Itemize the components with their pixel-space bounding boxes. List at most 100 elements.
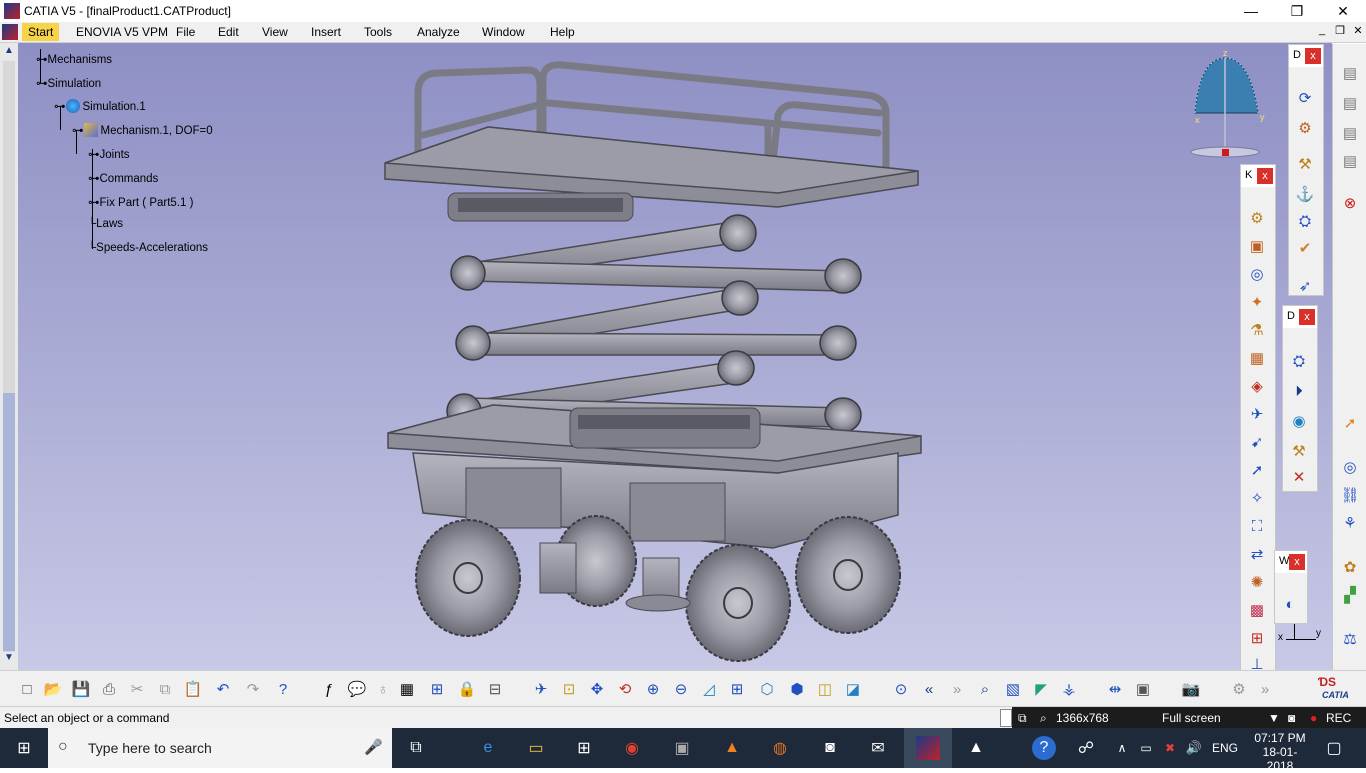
notifications-icon[interactable]: ▢ (1322, 736, 1346, 760)
tree-node-label[interactable]: Joints (100, 149, 130, 161)
wrench-icon[interactable]: ✕ (1288, 466, 1310, 488)
normal-view-icon[interactable]: ◿ (698, 678, 720, 700)
lock-icon[interactable]: 🔒 (456, 678, 478, 700)
tree-expander-icon[interactable]: ⊶ (72, 125, 84, 137)
record-dot-icon[interactable]: ● (1310, 711, 1317, 725)
tree-icon[interactable]: ⚘ (1339, 512, 1361, 534)
system-clock[interactable]: 07:17 PM 18-01-2018 (1252, 731, 1308, 773)
close-window-button[interactable]: ✕ (1320, 0, 1366, 22)
material-icon[interactable]: ▞ (1339, 584, 1361, 606)
doc-icon[interactable]: ▤ (1339, 150, 1361, 172)
firefox-icon[interactable]: ◍ (768, 736, 792, 760)
scroll-up-arrow-icon[interactable]: ▲ (0, 45, 18, 61)
camera-app-icon[interactable]: ◙ (818, 736, 842, 760)
tray-expand-icon[interactable]: ∧ (1110, 736, 1134, 760)
multi-view-icon[interactable]: ⊞ (726, 678, 748, 700)
rotate-view-icon[interactable]: ⟲ (614, 678, 636, 700)
microphone-icon[interactable]: 🎤 (364, 738, 383, 756)
fly-mode-icon[interactable]: ✈ (530, 678, 552, 700)
save-icon[interactable]: 💾 (70, 678, 92, 700)
workbench-icon[interactable]: ◐ (1279, 593, 1301, 615)
revolute-joint-icon[interactable]: ⚙ (1246, 207, 1268, 229)
rack-joint-icon[interactable]: ▩ (1246, 599, 1268, 621)
tree-scrollbar[interactable]: ▲ ▼ (0, 43, 18, 670)
restore-button[interactable]: ❐ (1274, 0, 1320, 22)
tree-node-label[interactable]: Speeds-Accelerations (96, 242, 208, 254)
redo-icon[interactable]: ↷ (242, 678, 264, 700)
formula-icon[interactable]: ƒ (318, 678, 340, 700)
command-input[interactable] (1000, 709, 1012, 727)
tree-node-mechanisms[interactable]: ⊶Mechanisms (36, 52, 112, 66)
tree-node-commands[interactable]: ⊶Commands (88, 171, 158, 185)
rotate-icon[interactable]: ⟳ (1294, 87, 1316, 109)
undo-icon[interactable]: ↶ (212, 678, 234, 700)
menu-tools[interactable]: Tools (364, 25, 392, 39)
iso-view-icon[interactable]: ⬡ (756, 678, 778, 700)
gear-joint-icon[interactable]: ✺ (1246, 571, 1268, 593)
scroll-down-arrow-icon[interactable]: ▼ (0, 652, 18, 668)
tree-expander-icon[interactable]: ⊶ (54, 101, 66, 113)
panel-close-button[interactable]: x (1305, 48, 1321, 64)
forward-icon[interactable]: » (946, 678, 968, 700)
mdi-minimize-button[interactable]: _ (1314, 24, 1330, 40)
panel-close-button[interactable]: x (1299, 309, 1315, 325)
tree-node-label[interactable]: Commands (100, 173, 159, 185)
roll-curve-icon[interactable]: ➚ (1246, 459, 1268, 481)
tree-expander-icon[interactable]: ⊶ (88, 197, 100, 209)
panel-close-button[interactable]: x (1257, 168, 1273, 184)
scissor-lift-model[interactable] (18, 43, 1332, 670)
tree-node-label[interactable]: Mechanisms (48, 54, 113, 66)
tree-node-label[interactable]: Laws (96, 218, 123, 230)
copy-icon[interactable]: ⧉ (154, 678, 176, 700)
menu-insert[interactable]: Insert (311, 25, 341, 39)
gear-icon[interactable]: ⚙ (1294, 117, 1316, 139)
comment-icon[interactable]: 💬 (346, 678, 368, 700)
select-arrow-icon[interactable]: ➚ (1339, 412, 1361, 434)
target-icon[interactable]: ⊙ (890, 678, 912, 700)
point-surface-icon[interactable]: ✧ (1246, 487, 1268, 509)
planar-joint-icon[interactable]: ▦ (1246, 347, 1268, 369)
doc-icon[interactable]: ▤ (1339, 122, 1361, 144)
cancel-icon[interactable]: ⊗ (1339, 192, 1361, 214)
network-icon[interactable]: ✖ (1158, 736, 1182, 760)
tree-node-speeds-accelerations[interactable]: └Speeds-Accelerations (88, 242, 208, 254)
simulate-icon[interactable]: ⛭ (1288, 350, 1310, 372)
doc-icon[interactable]: ▤ (1339, 62, 1361, 84)
slide-curve-icon[interactable]: ➹ (1246, 431, 1268, 453)
catia-menu-icon[interactable] (2, 24, 18, 40)
menu-analyze[interactable]: Analyze (417, 25, 460, 39)
cv-joint-icon[interactable]: ⇄ (1246, 543, 1268, 565)
scroll-thumb[interactable] (3, 393, 15, 651)
tree-node-mechanism-1[interactable]: ⊶ Mechanism.1, DOF=0 (72, 123, 213, 137)
play-icon[interactable]: ⏵ (1288, 380, 1310, 402)
menu-start[interactable]: Start (22, 23, 60, 41)
scan-icon[interactable]: ▧ (1002, 678, 1024, 700)
minimize-button[interactable]: — (1228, 0, 1274, 22)
knowledge-icon[interactable]: ♁ (372, 678, 394, 700)
cable-joint-icon[interactable]: ⊞ (1246, 627, 1268, 649)
3d-viewport[interactable] (18, 43, 1332, 670)
language-indicator[interactable]: ENG (1212, 741, 1238, 755)
edge-browser-icon[interactable]: e (476, 736, 500, 760)
people-icon[interactable]: ☍ (1074, 736, 1098, 760)
screw-joint-icon[interactable]: ✦ (1246, 291, 1268, 313)
disabled-tool-icon[interactable]: ⚙ (1228, 678, 1250, 700)
pointer-icon[interactable]: ➶ (1294, 275, 1316, 297)
tree-node-label[interactable]: Fix Part ( Part5.1 ) (100, 197, 194, 209)
menu-edit[interactable]: Edit (218, 25, 239, 39)
render-style-icon[interactable]: ⬢ (786, 678, 808, 700)
tree-node-joints[interactable]: ⊶Joints (88, 147, 130, 161)
catia-task-active[interactable] (904, 728, 952, 768)
vlc-icon[interactable]: ▲ (720, 736, 744, 760)
tree-expander-icon[interactable]: ⊶ (36, 78, 48, 90)
volume-icon[interactable]: 🔊 (1182, 736, 1206, 760)
menu-view[interactable]: View (262, 25, 288, 39)
tree-expander-icon[interactable]: ⊶ (36, 54, 48, 66)
file-explorer-icon[interactable]: ▭ (524, 736, 548, 760)
tree-node-label[interactable]: Mechanism.1, DOF=0 (101, 125, 213, 137)
expand-toolbar-icon[interactable]: » (1254, 678, 1276, 700)
tool-icon[interactable]: ⚒ (1288, 440, 1310, 462)
camera-icon[interactable]: 📷 (1180, 678, 1202, 700)
point-curve-icon[interactable]: ✈ (1246, 403, 1268, 425)
open-icon[interactable]: 📂 (42, 678, 64, 700)
